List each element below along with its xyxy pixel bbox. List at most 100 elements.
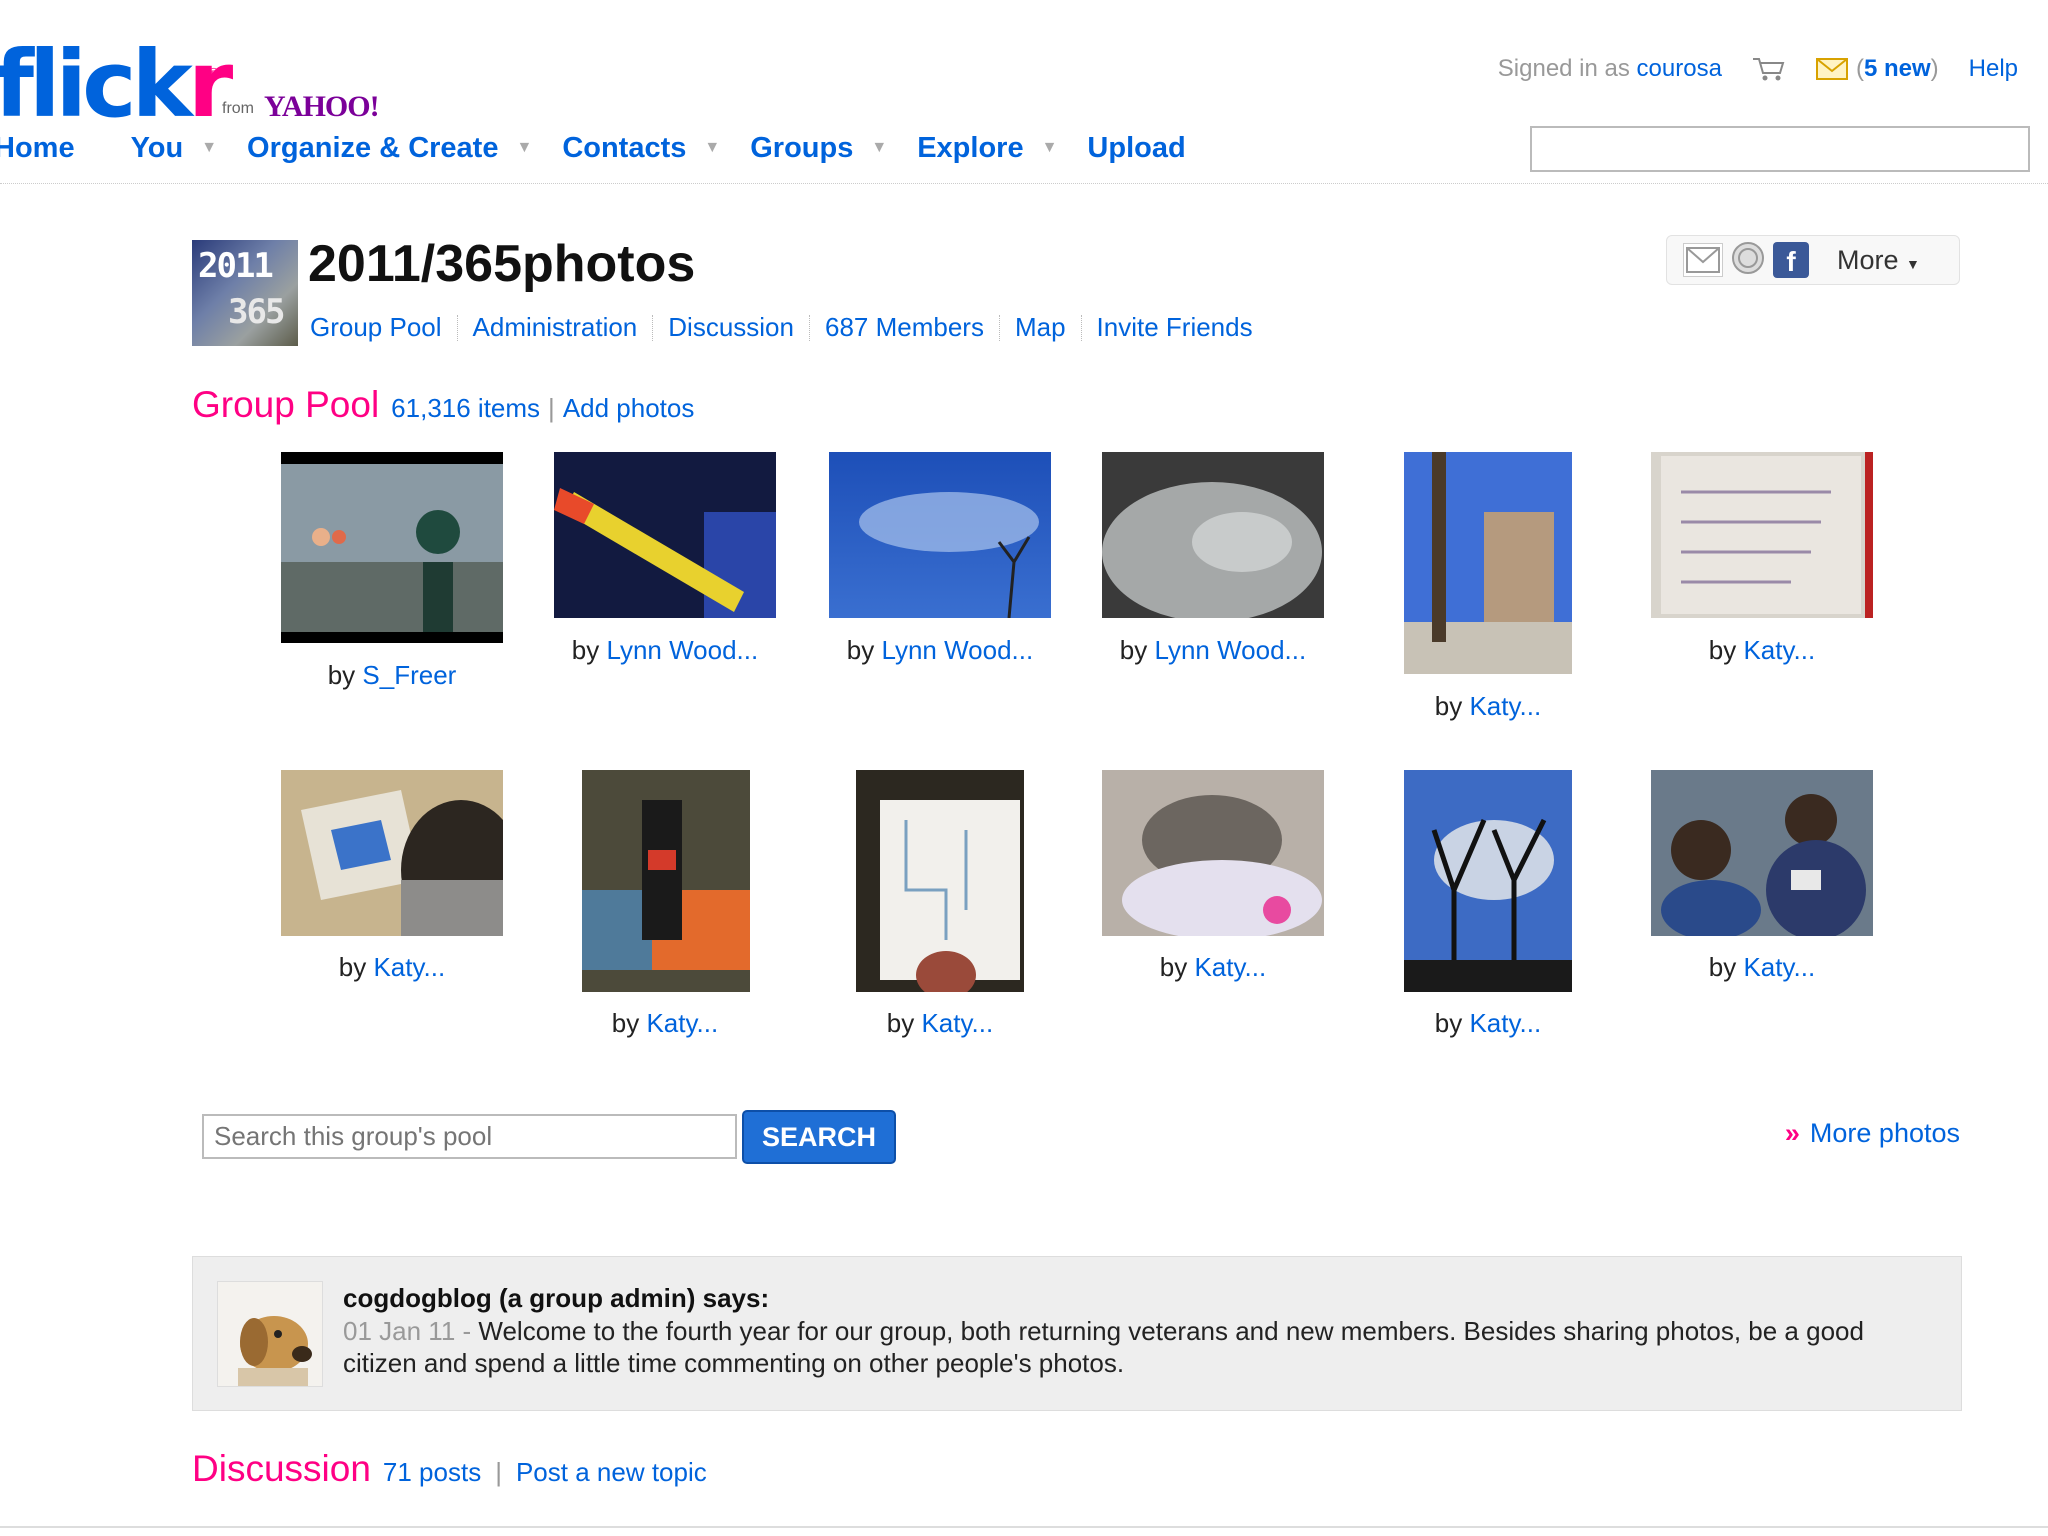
photo-author-link[interactable]: Katy...: [646, 1008, 718, 1038]
photo-caption: by Katy...: [1708, 952, 1816, 982]
chevron-down-icon: ▼: [1906, 255, 1920, 272]
photo-thumbnail[interactable]: [829, 452, 1051, 618]
chevron-down-icon[interactable]: ▼: [704, 139, 720, 157]
photo-thumbnail[interactable]: [281, 452, 503, 643]
photo-thumbnail[interactable]: [1404, 770, 1572, 992]
photo-author-link[interactable]: Katy...: [1469, 691, 1541, 721]
pool-photo[interactable]: [1102, 770, 1324, 936]
nav-contacts[interactable]: Contacts ▼: [562, 132, 750, 165]
photo-author-link[interactable]: Katy...: [1743, 952, 1815, 982]
photo-author-link[interactable]: Katy...: [921, 1008, 993, 1038]
section-title: Discussion: [192, 1448, 371, 1489]
chevron-down-icon[interactable]: ▼: [201, 139, 217, 157]
photo-thumbnail[interactable]: [1651, 770, 1873, 936]
new-mail-count[interactable]: (5 new): [1856, 55, 1939, 83]
facebook-share-icon[interactable]: f: [1773, 242, 1809, 278]
tab-invite-friends[interactable]: Invite Friends: [1097, 312, 1253, 343]
nav-explore[interactable]: Explore ▼: [917, 132, 1087, 165]
message-text: Welcome to the fourth year for our group…: [343, 1316, 1864, 1378]
photo-caption: by Katy...: [886, 1008, 994, 1038]
search-button[interactable]: SEARCH: [742, 1110, 896, 1164]
photo-author-link[interactable]: Lynn Wood...: [1154, 635, 1306, 665]
photo-thumbnail[interactable]: [1651, 452, 1873, 618]
tab-administration[interactable]: Administration: [473, 312, 638, 343]
pool-photo[interactable]: [1404, 770, 1572, 992]
pool-photo[interactable]: [856, 770, 1024, 992]
photo-thumbnail[interactable]: [554, 452, 776, 618]
chevron-down-icon[interactable]: ▼: [516, 139, 532, 157]
cart-icon[interactable]: [1752, 56, 1786, 82]
photo-author-link[interactable]: Katy...: [1469, 1008, 1541, 1038]
discussion-heading: Discussion 71 posts | Post a new topic: [192, 1448, 707, 1489]
add-photos-link[interactable]: Add photos: [563, 393, 695, 424]
post-new-topic-link[interactable]: Post a new topic: [516, 1457, 707, 1488]
tab-map[interactable]: Map: [1015, 312, 1066, 343]
photo-caption: by Katy...: [1159, 952, 1267, 982]
tab-discussion[interactable]: Discussion: [668, 312, 794, 343]
tab-members[interactable]: 687 Members: [825, 312, 984, 343]
avatar[interactable]: [217, 1281, 323, 1387]
pool-photo[interactable]: [1102, 452, 1324, 618]
mail-link[interactable]: (5 new): [1815, 55, 1939, 83]
pool-photo[interactable]: [554, 452, 776, 618]
nav-groups[interactable]: Groups ▼: [750, 132, 917, 165]
chevron-down-icon[interactable]: ▼: [1042, 139, 1058, 157]
admin-announcement: cogdogblog (a group admin) says: 01 Jan …: [192, 1256, 1962, 1411]
tab-group-pool[interactable]: Group Pool: [310, 312, 442, 343]
photo-author-link[interactable]: Lynn Wood...: [881, 635, 1033, 665]
photo-author-link[interactable]: Katy...: [373, 952, 445, 982]
pool-search-input[interactable]: [202, 1114, 737, 1159]
more-share-button[interactable]: More ▼: [1837, 245, 1920, 276]
photo-thumbnail[interactable]: [856, 770, 1024, 992]
photo-thumbnail[interactable]: [1102, 452, 1324, 618]
pool-photo[interactable]: [281, 452, 503, 643]
admin-name: cogdogblog (a group admin) says:: [343, 1283, 770, 1313]
pool-photo[interactable]: [582, 770, 750, 992]
discussion-post-count[interactable]: 71 posts: [383, 1457, 481, 1488]
photo-caption: by Katy...: [1434, 691, 1542, 721]
nav-home[interactable]: Home: [0, 132, 75, 165]
chevron-down-icon[interactable]: ▼: [871, 139, 887, 157]
pool-photo[interactable]: [1651, 770, 1873, 936]
email-share-icon[interactable]: [1683, 243, 1723, 277]
photo-caption: by Lynn Wood...: [846, 635, 1034, 665]
pool-item-count[interactable]: 61,316 items: [391, 393, 540, 424]
nav-upload[interactable]: Upload: [1087, 132, 1185, 165]
photo-author-link[interactable]: Katy...: [1743, 635, 1815, 665]
section-title: Group Pool: [192, 384, 380, 425]
photo-caption: by S_Freer: [327, 660, 457, 690]
help-link[interactable]: Help: [1969, 55, 2018, 83]
pool-photo[interactable]: [281, 770, 503, 936]
group-title: 2011/365photos: [308, 235, 696, 293]
photo-thumbnail[interactable]: [582, 770, 750, 992]
photo-thumbnail[interactable]: [1102, 770, 1324, 936]
admin-message: 01 Jan 11 - Welcome to the fourth year f…: [343, 1315, 1933, 1379]
logo-wordmark: flickr: [0, 31, 233, 138]
pool-photo[interactable]: [829, 452, 1051, 618]
dog-avatar-icon: [218, 1282, 322, 1386]
site-search-input[interactable]: [1530, 126, 2030, 172]
pool-photo[interactable]: [1651, 452, 1873, 618]
yahoo-logo: YAHOO!: [264, 90, 380, 123]
nav-you[interactable]: You ▼: [131, 132, 247, 165]
group-icon[interactable]: 2011 365: [192, 240, 298, 346]
group-pool-heading: Group Pool 61,316 items | Add photos: [192, 384, 695, 425]
username-link[interactable]: courosa: [1637, 55, 1722, 82]
photo-author-link[interactable]: Katy...: [1194, 952, 1266, 982]
photo-author-link[interactable]: Lynn Wood...: [606, 635, 758, 665]
photo-thumbnail[interactable]: [1404, 452, 1572, 674]
photo-author-link[interactable]: S_Freer: [362, 660, 456, 690]
flickr-logo[interactable]: flickr ® from YAHOO!: [0, 31, 414, 138]
photo-thumbnail[interactable]: [281, 770, 503, 936]
more-photos-link[interactable]: » More photos: [1785, 1118, 1960, 1149]
double-chevron-icon: »: [1784, 1118, 1800, 1148]
message-date: 01 Jan 11 -: [343, 1316, 472, 1346]
main-nav: Home You ▼ Organize & Create ▼ Contacts ▼ G…: [0, 128, 1186, 168]
account-bar: Signed in as courosa (5 new) Help: [1498, 54, 2018, 84]
pool-photo[interactable]: [1404, 452, 1572, 674]
mail-icon: [1815, 58, 1848, 80]
page-bottom-divider: [0, 1526, 2048, 1528]
wordpress-share-icon[interactable]: [1731, 241, 1765, 280]
nav-organize-create[interactable]: Organize & Create ▼: [247, 132, 562, 165]
photo-caption: by Katy...: [1708, 635, 1816, 665]
